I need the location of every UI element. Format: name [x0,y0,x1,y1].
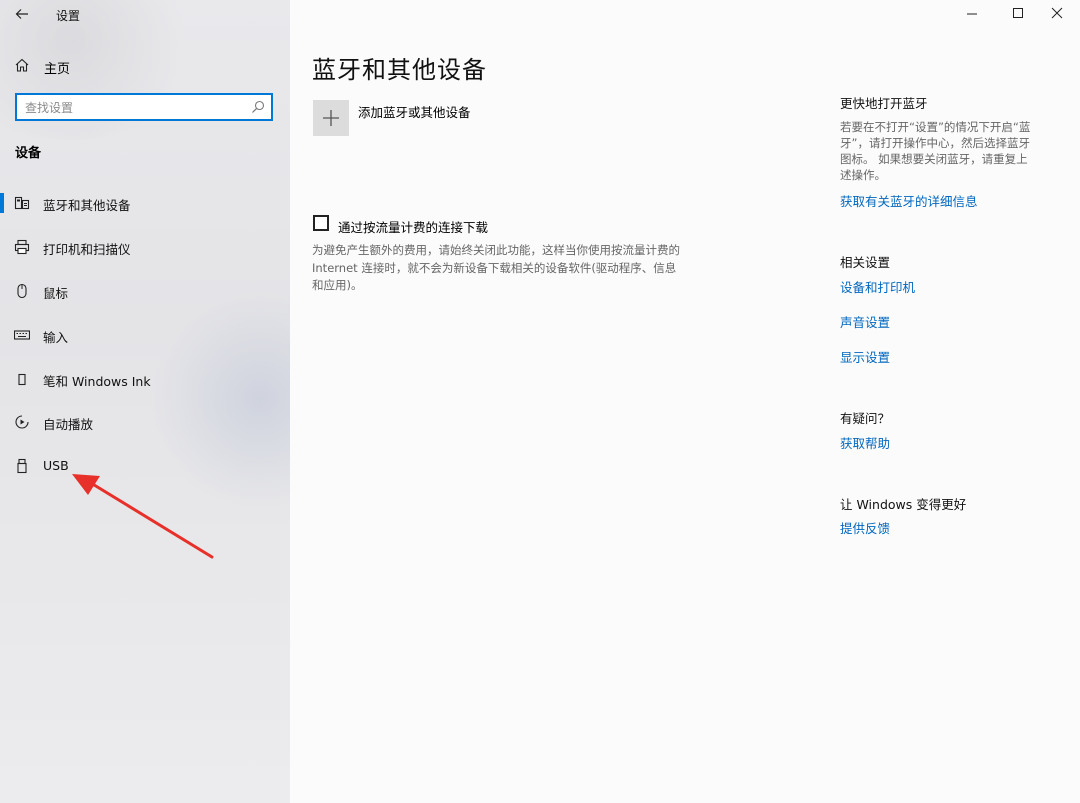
add-device-label[interactable]: 添加蓝牙或其他设备 [358,102,471,121]
help-title: 有疑问？ [840,411,891,426]
metered-download-checkbox[interactable] [313,215,329,231]
sidebar-item-label: 自动播放 [43,417,94,432]
sidebar-item-bluetooth[interactable]: 蓝牙和其他设备 [0,185,290,221]
sidebar-item-usb[interactable]: USB [0,448,290,484]
description-line: Internet 连接时，就不会为新设备下载相关的设备软件(驱动程序、信息 [312,260,677,275]
get-help-link[interactable]: 获取帮助 [840,433,890,452]
quick-bluetooth-text: 若要在不打开“设置”的情况下开启“蓝 牙”，请打开操作中心，然后选择蓝牙 图标。… [840,119,1052,183]
app-title: 设置 [56,9,81,23]
search-input[interactable] [23,98,247,118]
pen-icon [18,373,26,386]
minimize-button[interactable] [949,0,995,28]
page-title: 蓝牙和其他设备 [312,56,487,84]
back-button[interactable] [10,4,34,24]
quick-bluetooth-title: 更快地打开蓝牙 [840,96,928,111]
keyboard-icon [14,330,30,340]
autoplay-icon [15,415,29,429]
selection-indicator [0,193,4,213]
minimize-icon [967,13,977,15]
bluetooth-devices-icon [14,196,30,210]
plus-icon [323,110,339,126]
metered-download-description: 为避免产生额外的费用，请始终关闭此功能，这样当你使用按流量计费的 Interne… [312,242,732,295]
search-box[interactable] [15,93,273,121]
text-line: 图标。 如果想要关闭蓝牙，请重复上 [840,152,1028,166]
printer-icon [14,239,30,255]
devices-printers-link[interactable]: 设备和打印机 [840,277,915,296]
sidebar-item-mouse[interactable]: 鼠标 [0,273,290,309]
home-icon [15,58,29,72]
sidebar-item-label: 输入 [43,330,69,345]
text-line: 述操作。 [840,168,886,182]
search-icon[interactable] [251,100,265,114]
add-device-button[interactable] [313,100,349,136]
back-arrow-icon [15,9,28,19]
description-line: 为避免产生额外的费用，请始终关闭此功能，这样当你使用按流量计费的 [312,243,680,257]
usb-icon [17,458,27,474]
sidebar-item-label: USB [43,458,69,473]
sidebar: 设置 主页 设备 蓝牙和其他设备 打印机和扫描仪 [0,0,290,803]
title-bar-left: 设置 [0,0,290,28]
bluetooth-info-link[interactable]: 获取有关蓝牙的详细信息 [840,191,978,210]
sidebar-item-typing[interactable]: 输入 [0,317,290,353]
sidebar-item-autoplay[interactable]: 自动播放 [0,404,290,440]
sidebar-item-home-label: 主页 [44,62,71,77]
sidebar-item-label: 笔和 Windows Ink [43,374,151,389]
main-content: 蓝牙和其他设备 添加蓝牙或其他设备 通过按流量计费的连接下载 为避免产生额外的费… [290,0,1080,803]
metered-download-label[interactable]: 通过按流量计费的连接下载 [338,217,488,236]
sidebar-item-printers[interactable]: 打印机和扫描仪 [0,229,290,265]
text-line: 牙”，请打开操作中心，然后选择蓝牙 [840,136,1030,150]
section-title-devices: 设备 [15,146,42,161]
sidebar-item-home[interactable]: 主页 [0,52,290,80]
display-settings-link[interactable]: 显示设置 [840,347,890,366]
sidebar-item-pen[interactable]: 笔和 Windows Ink [0,361,290,397]
close-icon [1051,7,1063,19]
sound-settings-link[interactable]: 声音设置 [840,312,890,331]
text-line: 若要在不打开“设置”的情况下开启“蓝 [840,120,1031,134]
related-settings-title: 相关设置 [840,255,891,270]
close-button[interactable] [1034,0,1080,28]
sidebar-item-label: 打印机和扫描仪 [43,242,131,257]
feedback-title: 让 Windows 变得更好 [840,497,967,512]
feedback-link[interactable]: 提供反馈 [840,518,890,537]
mouse-icon [17,283,27,299]
sidebar-item-label: 蓝牙和其他设备 [43,198,131,213]
description-line: 和应用)。 [312,278,363,292]
sidebar-item-label: 鼠标 [43,286,69,301]
